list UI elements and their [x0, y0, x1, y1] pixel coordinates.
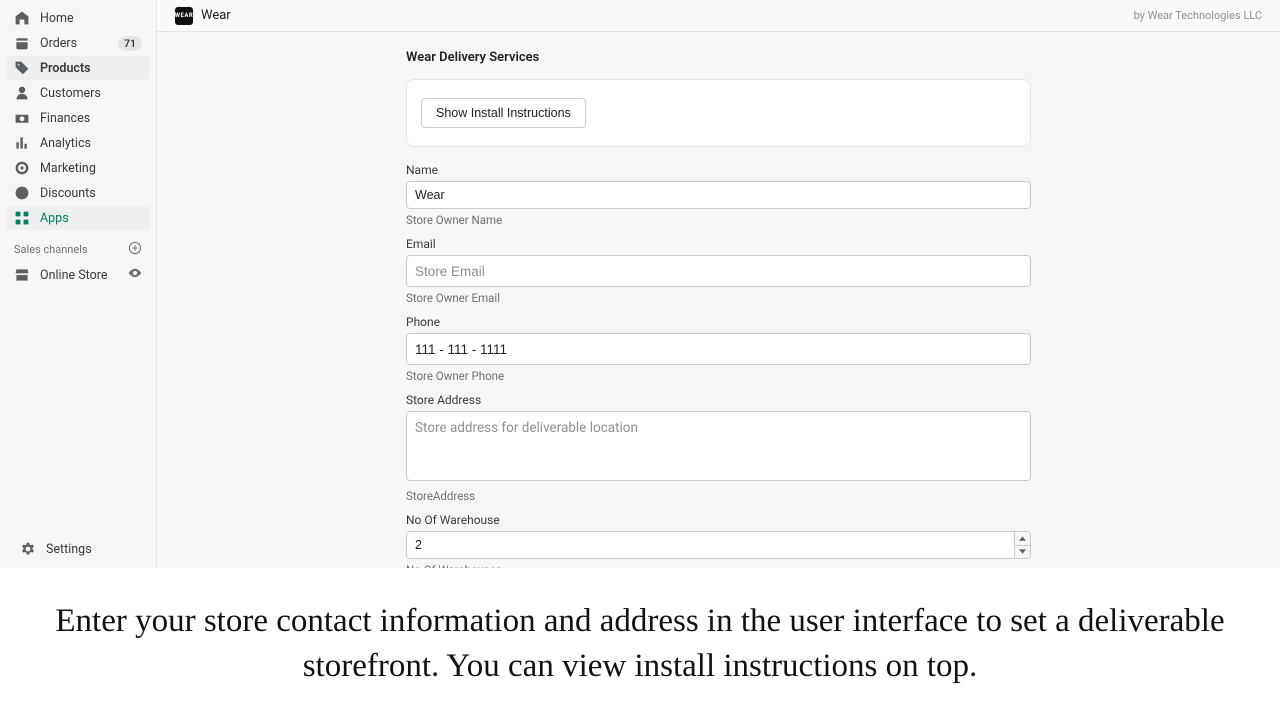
- stepper-down-icon[interactable]: [1015, 546, 1030, 559]
- stepper-up-icon[interactable]: [1015, 532, 1030, 546]
- sidebar-item-label: Apps: [40, 211, 142, 226]
- orders-badge: 71: [118, 36, 142, 51]
- address-textarea[interactable]: [406, 411, 1031, 481]
- sidebar-item-finances[interactable]: Finances: [6, 106, 150, 130]
- store-icon: [14, 267, 30, 283]
- sales-channels-label: Sales channels: [14, 243, 88, 256]
- sidebar-item-label: Marketing: [40, 161, 142, 176]
- app-name: Wear: [201, 8, 231, 23]
- sidebar-item-analytics[interactable]: Analytics: [6, 131, 150, 155]
- show-install-instructions-button[interactable]: Show Install Instructions: [421, 98, 586, 128]
- name-label: Name: [406, 163, 1031, 177]
- warehouse-input[interactable]: [406, 531, 1031, 559]
- sidebar-item-customers[interactable]: Customers: [6, 81, 150, 105]
- main-content: Wear Delivery Services Show Install Inst…: [157, 32, 1280, 568]
- phone-input[interactable]: [406, 333, 1031, 365]
- sidebar-item-label: Online Store: [40, 268, 128, 283]
- sidebar-item-marketing[interactable]: Marketing: [6, 156, 150, 180]
- products-icon: [14, 60, 30, 76]
- caption-band: Enter your store contact information and…: [0, 568, 1280, 720]
- app-logo: WEAR: [175, 7, 193, 25]
- add-channel-icon[interactable]: [128, 241, 142, 258]
- sidebar-item-label: Finances: [40, 111, 142, 126]
- sidebar-item-label: Home: [40, 11, 142, 26]
- sidebar-item-online-store[interactable]: Online Store: [6, 262, 150, 288]
- name-input[interactable]: [406, 181, 1031, 209]
- customers-icon: [14, 85, 30, 101]
- email-label: Email: [406, 237, 1031, 251]
- view-store-icon[interactable]: [128, 266, 142, 284]
- sidebar-item-home[interactable]: Home: [6, 6, 150, 30]
- app-shell: Home Orders 71 Products Customers Financ…: [0, 0, 1280, 568]
- caption-text: Enter your store contact information and…: [40, 599, 1240, 688]
- address-label: Store Address: [406, 393, 1031, 407]
- email-input[interactable]: [406, 255, 1031, 287]
- topbar: WEAR Wear by Wear Technologies LLC: [157, 0, 1280, 32]
- phone-label: Phone: [406, 315, 1031, 329]
- finances-icon: [14, 110, 30, 126]
- sidebar-item-products[interactable]: Products: [6, 56, 150, 80]
- apps-icon: [14, 210, 30, 226]
- sidebar: Home Orders 71 Products Customers Financ…: [0, 0, 157, 568]
- sales-channels-header: Sales channels: [0, 231, 156, 262]
- page-title: Wear Delivery Services: [406, 50, 1031, 65]
- app-byline: by Wear Technologies LLC: [1134, 9, 1262, 22]
- email-help: Store Owner Email: [406, 291, 1031, 305]
- phone-help: Store Owner Phone: [406, 369, 1031, 383]
- sidebar-item-label: Analytics: [40, 136, 142, 151]
- sidebar-item-apps[interactable]: Apps: [6, 206, 150, 230]
- gear-icon: [20, 541, 36, 557]
- name-help: Store Owner Name: [406, 213, 1031, 227]
- analytics-icon: [14, 135, 30, 151]
- sidebar-item-label: Orders: [40, 36, 118, 51]
- marketing-icon: [14, 160, 30, 176]
- home-icon: [14, 10, 30, 26]
- address-help: StoreAddress: [406, 489, 1031, 503]
- sidebar-item-label: Products: [40, 61, 142, 76]
- number-spinner: [1014, 532, 1030, 558]
- sidebar-item-label: Settings: [46, 542, 136, 557]
- sidebar-item-label: Discounts: [40, 186, 142, 201]
- warehouse-label: No Of Warehouse: [406, 513, 1031, 527]
- sidebar-item-discounts[interactable]: Discounts: [6, 181, 150, 205]
- sidebar-item-orders[interactable]: Orders 71: [6, 31, 150, 55]
- sidebar-item-label: Customers: [40, 86, 142, 101]
- install-card: Show Install Instructions: [406, 79, 1031, 147]
- discounts-icon: [14, 185, 30, 201]
- orders-icon: [14, 35, 30, 51]
- sidebar-item-settings[interactable]: Settings: [12, 537, 144, 561]
